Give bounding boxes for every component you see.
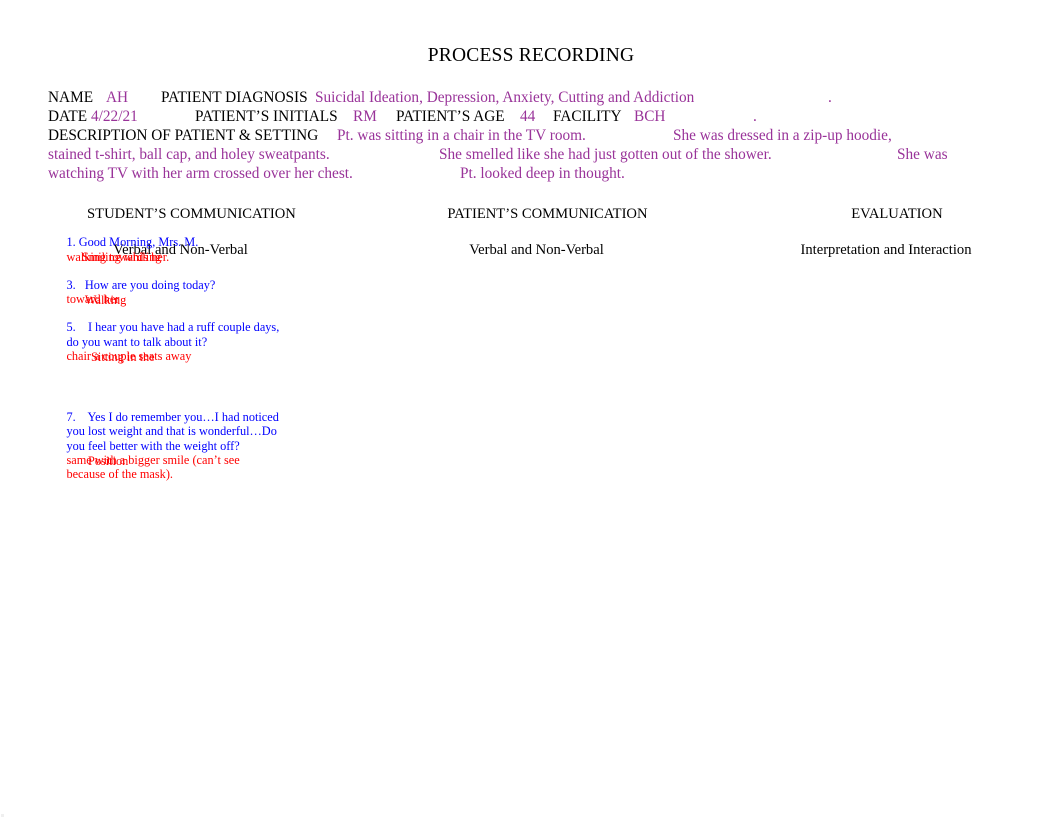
description-segment-3: stained t-shirt, ball cap, and holey swe… xyxy=(48,146,330,163)
document-page: PROCESS RECORDING NAME AH PATIENT DIAGNO… xyxy=(0,0,1062,822)
entry-row-7-continuation-2: because of the mask). xyxy=(48,453,173,496)
facility-label: FACILITY xyxy=(553,108,622,125)
diagnosis-label: PATIENT DIAGNOSIS xyxy=(161,89,308,106)
column-header-patient-title: PATIENT’S COMMUNICATION xyxy=(447,206,648,222)
description-segment-1: Pt. was sitting in a chair in the TV roo… xyxy=(337,127,586,144)
header-line-description-1: DESCRIPTION OF PATIENT & SETTING Pt. was… xyxy=(48,126,1008,145)
page-corner-mark xyxy=(1,814,4,817)
entry-1-nonverbal-rest: walking towards her. xyxy=(66,250,170,265)
age-label: PATIENT’S AGE xyxy=(396,108,505,125)
column-header-patient-subtitle: Verbal and Non-Verbal xyxy=(469,242,604,258)
description-segment-6: watching TV with her arm crossed over he… xyxy=(48,165,353,182)
age-value: 44 xyxy=(520,108,536,125)
entry-7-nonverbal-rest-line-2: because of the mask). xyxy=(66,467,173,482)
entry-3-nonverbal-rest: toward her xyxy=(66,292,120,307)
initials-label: PATIENT’S INITIALS xyxy=(195,108,338,125)
entry-row-5-continuation: chair a couple seats away xyxy=(48,335,191,378)
header-line-name-diagnosis: NAME AH PATIENT DIAGNOSIS Suicidal Ideat… xyxy=(48,88,1008,107)
date-value: 4/22/21 xyxy=(91,108,138,125)
initials-value: RM xyxy=(353,108,377,125)
description-segment-7: Pt. looked deep in thought. xyxy=(460,165,625,182)
description-segment-5: She was xyxy=(897,146,948,163)
column-header-student-title: STUDENT’S COMMUNICATION xyxy=(87,206,296,222)
description-segment-2: She was dressed in a zip-up hoodie, xyxy=(673,127,892,144)
diagnosis-trailing-period: . xyxy=(828,89,832,106)
facility-trailing-period: . xyxy=(753,108,757,125)
entry-5-nonverbal-rest: chair a couple seats away xyxy=(66,349,192,364)
name-value: AH xyxy=(106,89,129,106)
date-label: DATE xyxy=(48,108,88,125)
page-title: PROCESS RECORDING xyxy=(427,45,635,66)
description-label: DESCRIPTION OF PATIENT & SETTING xyxy=(48,127,319,144)
column-header-evaluation-title: EVALUATION xyxy=(851,206,943,222)
header-line-description-2: stained t-shirt, ball cap, and holey swe… xyxy=(48,145,1008,164)
patient-header-block: NAME AH PATIENT DIAGNOSIS Suicidal Ideat… xyxy=(48,88,1008,183)
name-label: NAME xyxy=(48,89,94,106)
facility-value: BCH xyxy=(634,108,666,125)
column-header-evaluation-subtitle: Interpretation and Interaction xyxy=(800,242,972,258)
column-headers: STUDENT’S COMMUNICATION Verbal and Non-V… xyxy=(48,187,1008,258)
header-line-description-3: watching TV with her arm crossed over he… xyxy=(48,164,1008,183)
header-line-date-initials-age-facility: DATE 4/22/21 PATIENT’S INITIALS RM PATIE… xyxy=(48,107,1008,126)
column-header-evaluation: EVALUATION Interpretation and Interactio… xyxy=(715,187,1057,295)
column-header-patient-communication: PATIENT’S COMMUNICATION Verbal and Non-V… xyxy=(355,187,718,295)
diagnosis-value: Suicidal Ideation, Depression, Anxiety, … xyxy=(315,89,695,106)
description-segment-4: She smelled like she had just gotten out… xyxy=(439,146,772,163)
